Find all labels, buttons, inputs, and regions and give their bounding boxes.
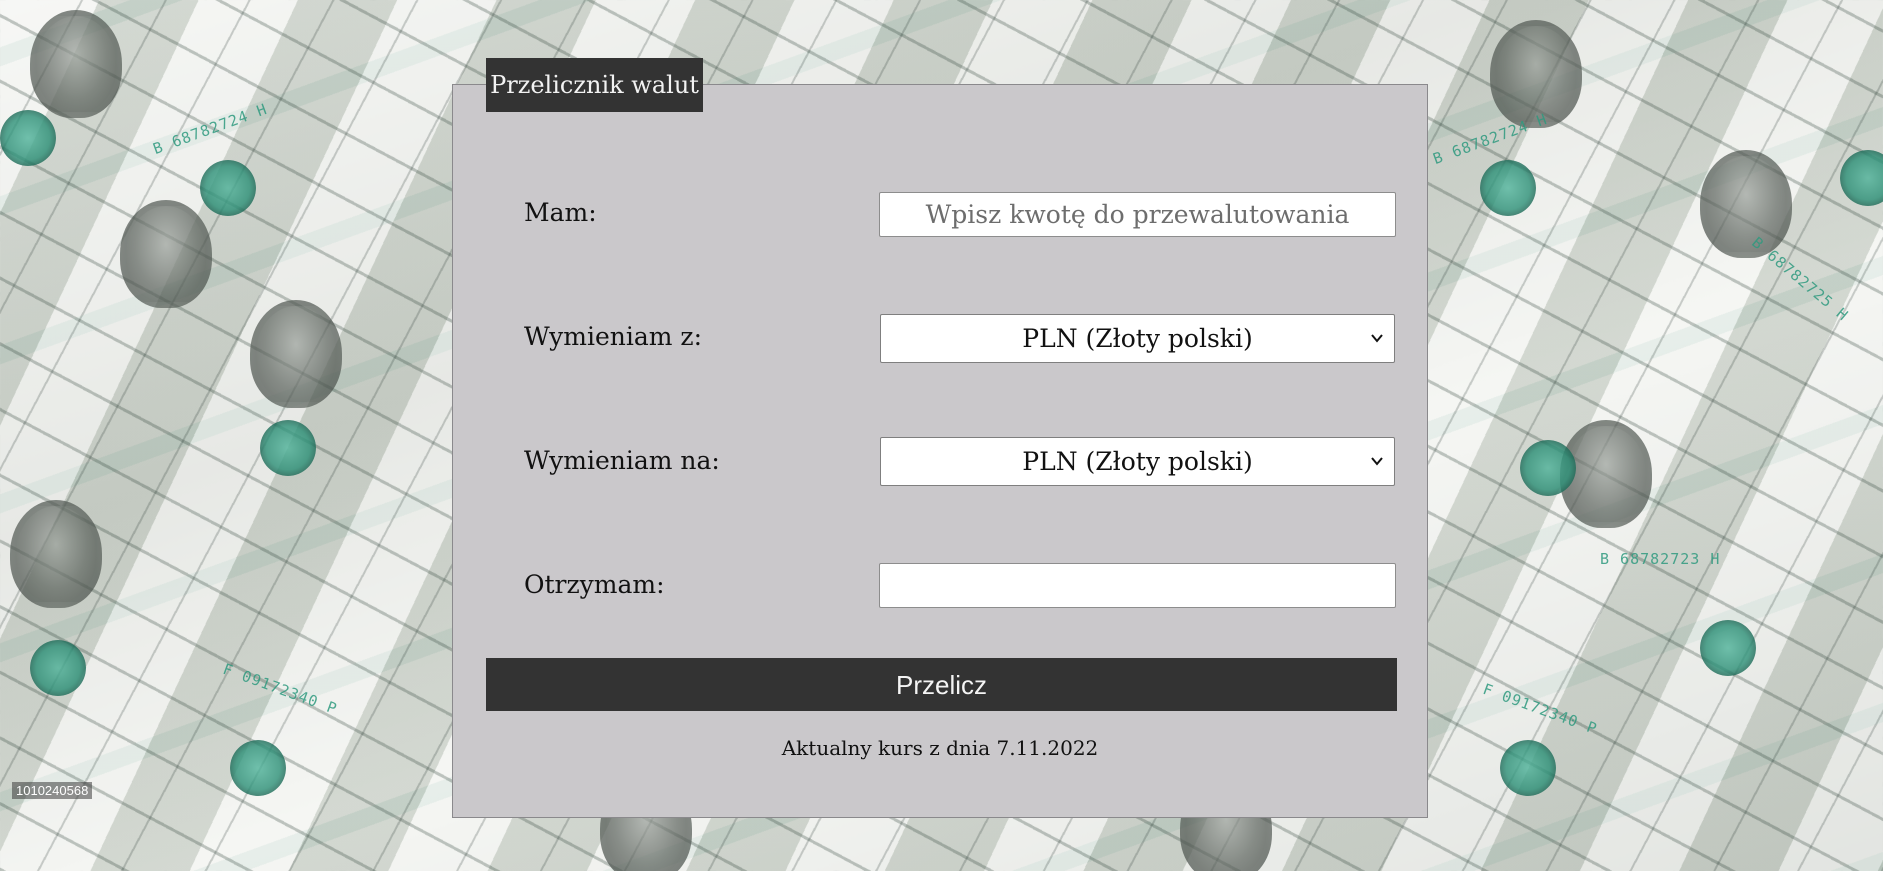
from-currency-selected: PLN (Złoty polski) — [1022, 324, 1253, 353]
bill-seal-decoration — [1500, 740, 1556, 796]
bill-serial-decoration: F 09172340 P — [220, 659, 340, 719]
to-currency-select[interactable]: PLN (Złoty polski) — [880, 437, 1395, 486]
bill-seal-decoration — [1700, 620, 1756, 676]
bill-portrait-decoration — [1700, 150, 1792, 258]
bill-portrait-decoration — [250, 300, 342, 408]
bill-seal-decoration — [0, 110, 56, 166]
have-label: Mam: — [524, 198, 597, 227]
bill-serial-decoration: B 68782724 H — [150, 99, 270, 159]
receive-label: Otrzymam: — [524, 570, 665, 599]
from-currency-label: Wymieniam z: — [524, 322, 703, 351]
bill-serial-decoration: B 68782725 H — [1748, 233, 1853, 325]
from-currency-select[interactable]: PLN (Złoty polski) — [880, 314, 1395, 363]
bill-seal-decoration — [200, 160, 256, 216]
chevron-down-icon — [1371, 334, 1383, 343]
bill-seal-decoration — [30, 640, 86, 696]
amount-input[interactable] — [879, 192, 1396, 237]
exchange-rate-date: Aktualny kurs z dnia 7.11.2022 — [781, 736, 1099, 760]
chevron-down-icon — [1371, 457, 1383, 466]
bill-serial-decoration: B 68782723 H — [1600, 550, 1721, 568]
bill-serial-decoration: F 09172340 P — [1480, 679, 1600, 739]
bill-portrait-decoration — [120, 200, 212, 308]
bill-serial-decoration: B 68782724 H — [1430, 109, 1550, 169]
to-currency-label: Wymieniam na: — [524, 446, 720, 475]
convert-button[interactable]: Przelicz — [486, 658, 1397, 711]
converter-title: Przelicznik walut — [486, 58, 703, 112]
bill-portrait-decoration — [30, 10, 122, 118]
bill-seal-decoration — [1520, 440, 1576, 496]
bill-portrait-decoration — [10, 500, 102, 608]
bill-seal-decoration — [230, 740, 286, 796]
bill-seal-decoration — [1480, 160, 1536, 216]
bill-seal-decoration — [1840, 150, 1883, 206]
stock-image-id: 1010240568 — [12, 782, 93, 799]
to-currency-selected: PLN (Złoty polski) — [1022, 447, 1253, 476]
result-field[interactable] — [879, 563, 1396, 608]
bill-seal-decoration — [260, 420, 316, 476]
